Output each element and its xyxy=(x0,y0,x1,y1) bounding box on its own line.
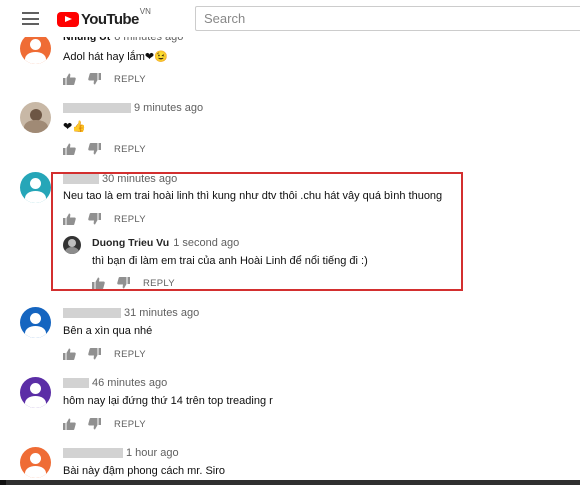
comment-time[interactable]: 31 minutes ago xyxy=(124,307,199,319)
comment-text: hôm nay lại đứng thứ 14 trên top treadin… xyxy=(63,395,273,407)
comment-header: 31 minutes ago xyxy=(63,307,199,319)
avatar[interactable] xyxy=(20,172,51,203)
youtube-play-icon xyxy=(57,11,79,27)
comment-actions: REPLY xyxy=(63,212,146,226)
dislike-icon[interactable] xyxy=(88,348,101,360)
redacted-author xyxy=(63,174,99,184)
comment-time[interactable]: 46 minutes ago xyxy=(92,377,167,389)
comment-actions: REPLY xyxy=(63,417,146,431)
reply-button[interactable]: REPLY xyxy=(114,419,146,430)
reply-button[interactable]: REPLY xyxy=(114,349,146,360)
like-icon[interactable] xyxy=(92,277,105,289)
search-box[interactable] xyxy=(195,6,580,31)
like-icon[interactable] xyxy=(63,348,76,360)
reply-avatar[interactable] xyxy=(63,236,81,254)
comment-time[interactable]: 30 minutes ago xyxy=(102,173,177,185)
avatar[interactable] xyxy=(20,377,51,408)
comment-text: ❤👍 xyxy=(63,121,86,133)
comment-text: Bên a xìn qua nhé xyxy=(63,325,153,337)
comment-text: Adol hát hay lắm❤😉 xyxy=(63,51,168,63)
comment-header: 9 minutes ago xyxy=(63,102,203,114)
avatar[interactable] xyxy=(20,102,51,133)
redacted-author xyxy=(63,378,89,388)
redacted-author xyxy=(63,103,131,113)
comment-actions: REPLY xyxy=(63,347,146,361)
reply-actions: REPLY xyxy=(92,276,175,290)
avatar[interactable] xyxy=(20,33,51,64)
dislike-icon[interactable] xyxy=(88,143,101,155)
top-bar: YouTube VN xyxy=(0,0,580,37)
reply-text: thì bạn đi làm em trai của anh Hoài Linh… xyxy=(92,255,368,267)
comment-text: Bài này đậm phong cách mr. Siro xyxy=(63,465,226,477)
comment-text: Neu tao là em trai hoài linh thì kung nh… xyxy=(63,190,443,202)
redacted-author xyxy=(63,308,121,318)
avatar[interactable] xyxy=(20,307,51,338)
comment-header: 46 minutes ago xyxy=(63,377,167,389)
comment-header: 1 hour ago xyxy=(63,447,179,459)
like-icon[interactable] xyxy=(63,73,76,85)
reply-button[interactable]: REPLY xyxy=(114,74,146,85)
dislike-icon[interactable] xyxy=(88,418,101,430)
reply-author[interactable]: Duong Trieu Vu xyxy=(92,237,169,249)
taskbar-strip xyxy=(0,480,580,485)
like-icon[interactable] xyxy=(63,418,76,430)
youtube-logo[interactable]: YouTube VN xyxy=(57,7,151,28)
reply-time[interactable]: 1 second ago xyxy=(173,237,239,249)
hamburger-menu-icon[interactable] xyxy=(22,12,39,25)
search-input[interactable] xyxy=(196,7,580,30)
reply-header: Duong Trieu Vu 1 second ago xyxy=(92,237,239,249)
dislike-icon[interactable] xyxy=(88,73,101,85)
like-icon[interactable] xyxy=(63,143,76,155)
comment-time[interactable]: 9 minutes ago xyxy=(134,102,203,114)
like-icon[interactable] xyxy=(63,213,76,225)
reply-button[interactable]: REPLY xyxy=(143,278,175,289)
dislike-icon[interactable] xyxy=(117,277,130,289)
reply-button[interactable]: REPLY xyxy=(114,214,146,225)
logo-region: VN xyxy=(139,7,151,16)
redacted-author xyxy=(63,448,123,458)
logo-text: YouTube xyxy=(81,10,139,28)
reply-button[interactable]: REPLY xyxy=(114,144,146,155)
comment-time[interactable]: 1 hour ago xyxy=(126,447,179,459)
comment-actions: REPLY xyxy=(63,72,146,86)
comment-actions: REPLY xyxy=(63,142,146,156)
avatar[interactable] xyxy=(20,447,51,478)
dislike-icon[interactable] xyxy=(88,213,101,225)
comment-header: 30 minutes ago xyxy=(63,173,177,185)
